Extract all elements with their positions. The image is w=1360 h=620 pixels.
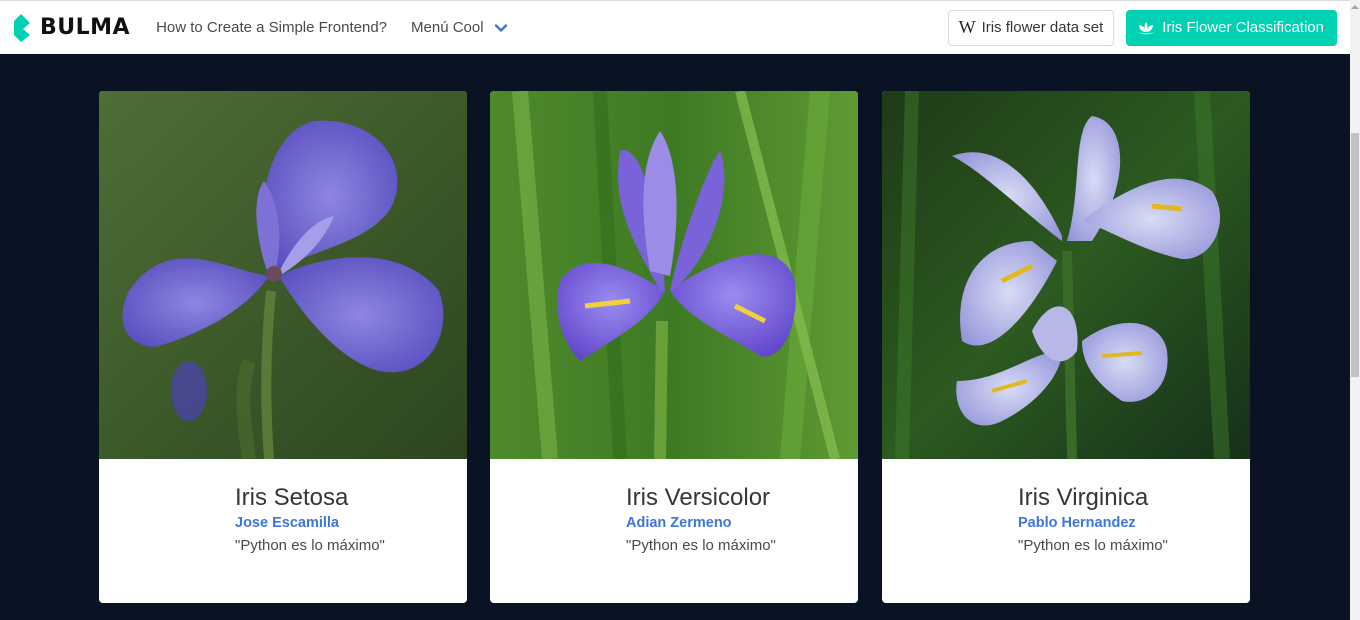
classification-button-label: Iris Flower Classification <box>1162 19 1324 36</box>
bulma-logo-icon <box>14 13 30 42</box>
card-author-link[interactable]: Adian Zermeno <box>626 515 732 531</box>
card-title: Iris Setosa <box>235 484 349 511</box>
card-content: Iris Setosa Jose Escamilla "Python es lo… <box>99 459 467 603</box>
wiki-iris-dataset-button[interactable]: W Iris flower data set <box>947 9 1115 46</box>
scrollbar-thumb[interactable] <box>1351 133 1359 377</box>
card-iris-versicolor: Iris Versicolor Adian Zermeno "Python es… <box>490 91 858 603</box>
card-quote: "Python es lo máximo" <box>235 537 385 554</box>
card-title: Iris Versicolor <box>626 484 771 511</box>
nav-link-frontend[interactable]: How to Create a Simple Frontend? <box>144 1 399 54</box>
card-iris-virginica: Iris Virginica Pablo Hernandez "Python e… <box>882 91 1250 603</box>
iris-virginica-image <box>882 91 1250 459</box>
iris-versicolor-image <box>490 91 858 459</box>
navbar-end: W Iris flower data set Iris Flower Class… <box>947 9 1337 46</box>
chevron-down-icon <box>494 23 507 32</box>
iris-setosa-image <box>99 91 467 459</box>
brand-logo[interactable]: BULMA <box>12 1 130 54</box>
nav-dropdown-menu[interactable]: Menú Cool <box>399 1 520 54</box>
card-author-link[interactable]: Jose Escamilla <box>235 515 339 531</box>
card-content: Iris Virginica Pablo Hernandez "Python e… <box>882 459 1250 603</box>
card-quote: "Python es lo máximo" <box>626 537 776 554</box>
card-iris-setosa: Iris Setosa Jose Escamilla "Python es lo… <box>99 91 467 603</box>
card-quote: "Python es lo máximo" <box>1018 537 1168 554</box>
wikipedia-w-icon: W <box>958 17 976 37</box>
iris-classification-button[interactable]: Iris Flower Classification <box>1126 9 1337 46</box>
card-author-link[interactable]: Pablo Hernandez <box>1018 515 1136 531</box>
nav-dropdown-label: Menú Cool <box>411 19 484 36</box>
lotus-flower-icon <box>1138 21 1155 34</box>
page-scrollbar[interactable] <box>1350 0 1360 620</box>
card-title: Iris Virginica <box>1018 484 1149 511</box>
wiki-button-label: Iris flower data set <box>981 19 1104 36</box>
top-navbar: BULMA How to Create a Simple Frontend? M… <box>0 0 1350 54</box>
scroll-up-arrow-icon[interactable] <box>1350 0 1360 14</box>
brand-name: BULMA <box>40 15 131 40</box>
card-content: Iris Versicolor Adian Zermeno "Python es… <box>490 459 858 603</box>
